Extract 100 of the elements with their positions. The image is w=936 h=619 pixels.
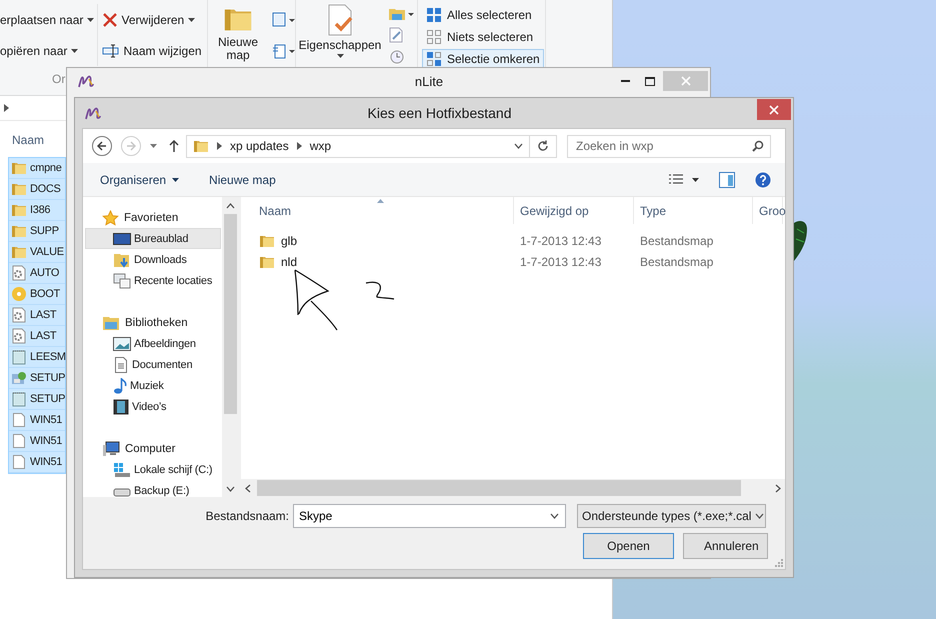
folder-icon	[11, 181, 27, 197]
picture-icon	[113, 336, 131, 350]
nav-group[interactable]: Favorieten	[83, 207, 222, 228]
leaf-drawing	[794, 219, 808, 263]
ribbon-command[interactable]: Niets selecteren	[422, 27, 538, 47]
close-button[interactable]	[757, 99, 791, 120]
preview-pane-button[interactable]	[719, 172, 735, 188]
column-header[interactable]: Naam	[241, 197, 514, 224]
scrollbar[interactable]	[241, 479, 785, 497]
file-row[interactable]: LEESM	[9, 347, 65, 368]
monitor-icon	[113, 232, 131, 246]
ribbon-command[interactable]: opiëren naar	[0, 40, 78, 62]
nav-item[interactable]: Downloads	[85, 249, 221, 270]
nav-group[interactable]: Bibliotheken	[83, 312, 222, 333]
file-row[interactable]: BOOT	[9, 284, 65, 305]
download-folder-icon	[113, 252, 131, 268]
file-type-dropdown[interactable]: Ondersteunde types (*.exe;*.cal	[577, 504, 766, 528]
scroll-left-icon[interactable]	[245, 484, 251, 492]
nav-item[interactable]: Documenten	[85, 354, 221, 375]
search-field[interactable]: Zoeken in wxp	[567, 134, 771, 158]
ribbon-command[interactable]: Alles selecteren	[422, 5, 536, 25]
ribbon-command[interactable]: Selectie omkeren	[422, 49, 544, 69]
recent-places-icon	[113, 272, 131, 288]
new-folder-button[interactable]: Nieuwe map	[209, 172, 276, 186]
new-item-icon[interactable]	[272, 12, 296, 28]
file-row[interactable]: WIN51	[9, 410, 65, 431]
ribbon-command[interactable]: Verwijderen	[102, 8, 196, 30]
caret-icon	[71, 48, 78, 52]
scroll-right-icon[interactable]	[775, 484, 781, 492]
file-row[interactable]: VALUE	[9, 242, 65, 263]
properties-command[interactable]: Eigenschappen	[296, 4, 384, 58]
view-options-button[interactable]	[668, 172, 699, 186]
nav-item[interactable]: Afbeeldingen	[85, 333, 221, 354]
up-button[interactable]	[169, 140, 179, 152]
close-icon	[680, 76, 690, 86]
refresh-button[interactable]	[530, 134, 557, 158]
scroll-down-icon[interactable]	[755, 513, 764, 519]
edit-icon[interactable]	[388, 26, 404, 43]
file-row[interactable]: AUTO	[9, 263, 65, 284]
file-row[interactable]: WIN51	[9, 452, 65, 473]
ribbon-group-label: Or	[52, 72, 66, 86]
file-icon	[11, 454, 27, 470]
star-icon	[102, 210, 119, 226]
file-row[interactable]: cmpne	[9, 158, 65, 179]
organize-button[interactable]: Organiseren	[100, 172, 180, 186]
dialog-button[interactable]: Annuleren	[683, 533, 768, 559]
file-row[interactable]: SETUP	[9, 389, 65, 410]
notepad-icon	[11, 391, 27, 407]
file-row[interactable]: LAST	[9, 305, 65, 326]
column-header[interactable]: Type	[634, 197, 753, 224]
nav-item[interactable]: Muziek	[85, 375, 221, 396]
breadcrumb[interactable]: wxp	[310, 139, 332, 153]
file-row[interactable]: SUPP	[9, 221, 65, 242]
file-row[interactable]: SETUP	[9, 368, 65, 389]
ribbon-command[interactable]: Naam wijzigen	[102, 40, 202, 62]
scrollbar[interactable]	[222, 197, 239, 497]
document-icon	[113, 356, 129, 372]
settings-file-icon	[11, 265, 27, 281]
nav-item[interactable]: Video’s	[85, 396, 221, 417]
file-row[interactable]: DOCS	[9, 179, 65, 200]
folder-icon	[11, 160, 27, 176]
help-button[interactable]	[755, 172, 771, 188]
nav-item[interactable]: Lokale schijf (C:)	[85, 459, 221, 480]
scroll-down-icon[interactable]	[514, 143, 523, 149]
new-folder-command[interactable]: Nieuwe map	[208, 4, 268, 62]
nav-item[interactable]: Bureaublad	[85, 228, 221, 249]
film-icon	[113, 398, 129, 414]
nav-item[interactable]: Backup (E:)	[85, 480, 221, 497]
resize-grip-icon[interactable]	[774, 558, 783, 567]
breadcrumb[interactable]: xp updates	[230, 139, 289, 153]
scroll-down-icon[interactable]	[226, 486, 235, 492]
nav-item[interactable]: Recente locaties	[85, 270, 221, 291]
file-row[interactable]: WIN51	[9, 431, 65, 452]
ribbon-command[interactable]: erplaatsen naar	[0, 8, 94, 30]
caret-icon	[172, 178, 180, 182]
file-row[interactable]: I386	[9, 200, 65, 221]
address-bar[interactable]: xp updates wxp	[186, 134, 530, 158]
file-name-field[interactable]: Skype	[293, 504, 566, 528]
folder-icon	[11, 244, 27, 260]
file-row[interactable]: nld 1-7-2013 12:43 Bestandsmap	[241, 251, 785, 272]
nav-group[interactable]: Computer	[83, 438, 222, 459]
back-button[interactable]	[92, 136, 112, 156]
sort-arrow-icon	[377, 199, 384, 203]
column-header[interactable]: Gewijzigd op	[514, 197, 634, 224]
file-row[interactable]: LAST	[9, 326, 65, 347]
field-label: Bestandsnaam:	[204, 509, 290, 523]
recent-locations-button[interactable]	[150, 144, 157, 148]
settings-file-icon	[11, 307, 27, 323]
scroll-up-icon[interactable]	[226, 202, 235, 208]
history-icon[interactable]	[388, 48, 404, 64]
caret-icon	[150, 144, 157, 148]
file-row[interactable]: glb 1-7-2013 12:43 Bestandsmap	[241, 230, 785, 251]
column-header[interactable]: Groo	[753, 197, 783, 224]
open-folder-icon[interactable]	[388, 6, 414, 22]
scroll-down-icon[interactable]	[550, 513, 559, 519]
notepad-icon	[11, 349, 27, 365]
dialog-button[interactable]: Openen	[583, 533, 674, 559]
up-arrow-icon	[169, 140, 179, 152]
x-icon	[102, 12, 118, 28]
window-title: nLite	[414, 74, 444, 88]
